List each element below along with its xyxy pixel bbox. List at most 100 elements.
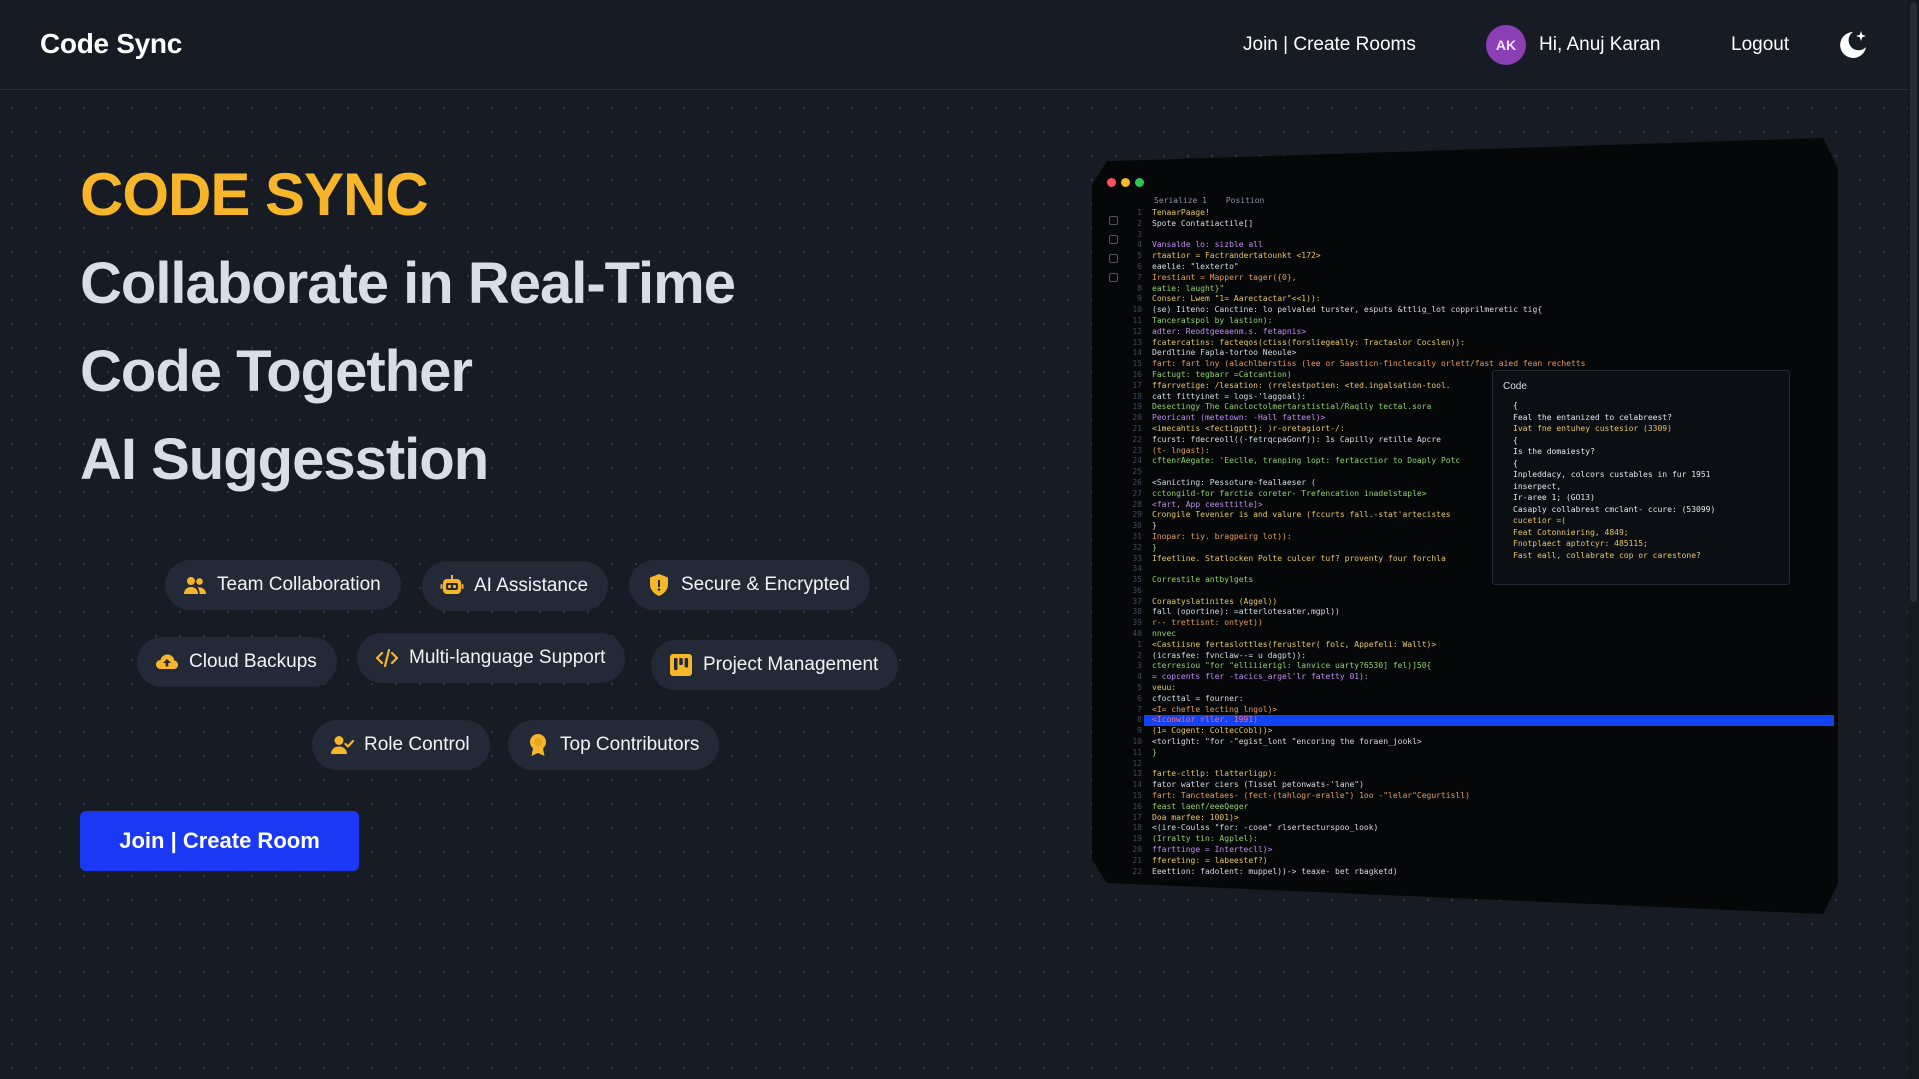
kanban-icon bbox=[670, 654, 692, 676]
feature-role-control: Role Control bbox=[312, 720, 490, 770]
line-number: 33 bbox=[1132, 553, 1142, 563]
line-number: 1 bbox=[1137, 208, 1142, 217]
code-line: fcatercatins: facteqos(ctiss(forsliegeal… bbox=[1152, 337, 1466, 347]
line-number: 36 bbox=[1132, 585, 1142, 595]
brand-logo[interactable]: Code Sync bbox=[40, 28, 182, 60]
code-line: farte-cltlp: tlatterligp): bbox=[1152, 769, 1278, 779]
nav-join-create-rooms[interactable]: Join | Create Rooms bbox=[1243, 34, 1416, 56]
maximize-dot-icon bbox=[1135, 178, 1144, 187]
git-icon[interactable] bbox=[1109, 254, 1118, 263]
line-number: 14 bbox=[1132, 348, 1142, 358]
top-nav: Code Sync Join | Create Rooms AK Hi, Anu… bbox=[0, 0, 1919, 90]
page-scrollbar[interactable] bbox=[1908, 0, 1919, 1079]
line-number: 30 bbox=[1132, 521, 1142, 531]
code-line: Derdltine Fapla-tortoo Neoule> bbox=[1152, 348, 1297, 358]
moon-star-icon[interactable] bbox=[1836, 28, 1870, 62]
code-line: fator watler ciers (Tissel petonwats-'la… bbox=[1152, 780, 1364, 790]
line-number: 4 bbox=[1137, 672, 1142, 682]
line-number: 40 bbox=[1132, 629, 1142, 639]
suggestion-line: { bbox=[1513, 401, 1518, 410]
line-number: 13 bbox=[1132, 769, 1142, 779]
editor-tab[interactable]: Serialize 1 bbox=[1154, 196, 1207, 205]
line-number: 12 bbox=[1132, 758, 1142, 768]
code-line: Doa marfee: 1001)> bbox=[1152, 812, 1239, 822]
line-number: 11 bbox=[1132, 315, 1142, 325]
feature-label: Team Collaboration bbox=[217, 574, 381, 595]
code-line: <(ire-Coulss "for: -cooe" rlsertecturspo… bbox=[1152, 823, 1379, 833]
line-number: 18 bbox=[1132, 391, 1142, 401]
suggestion-line: Ir-aree 1; (GO13) bbox=[1513, 493, 1595, 502]
code-line: rtaatior = Factrandertatounkt <172> bbox=[1152, 251, 1321, 261]
editor-tab[interactable]: Position bbox=[1226, 196, 1265, 205]
line-number: 19 bbox=[1132, 834, 1142, 844]
line-number: 24 bbox=[1132, 456, 1142, 466]
code-line: <Iconwior rller. 1991) bbox=[1144, 715, 1834, 727]
code-line: (icrasfee: fvnclaw--= u dagpt)): bbox=[1152, 650, 1307, 660]
line-number: 34 bbox=[1132, 564, 1142, 574]
search-icon[interactable] bbox=[1109, 235, 1118, 244]
feature-multi-language-support: Multi-language Support bbox=[357, 633, 626, 683]
line-number: 21 bbox=[1132, 855, 1142, 865]
line-number: 21 bbox=[1132, 423, 1142, 433]
editor-window: Serialize 1 Position 1 2 3 4 5 6 7 8 9 10 11 12 13 14… bbox=[1092, 138, 1838, 914]
line-number: 19 bbox=[1132, 402, 1142, 412]
files-icon[interactable] bbox=[1109, 216, 1118, 225]
hero-headline-3: AI Suggesstion bbox=[80, 427, 489, 492]
scrollbar-thumb[interactable] bbox=[1910, 2, 1917, 602]
avatar[interactable]: AK bbox=[1486, 25, 1526, 65]
line-number: 35 bbox=[1132, 575, 1142, 585]
editor-tabs: Serialize 1 Position bbox=[1154, 196, 1278, 205]
feature-team-collaboration: Team Collaboration bbox=[165, 560, 401, 610]
logout-link[interactable]: Logout bbox=[1731, 34, 1789, 56]
line-number: 26 bbox=[1132, 477, 1142, 487]
shield-icon bbox=[650, 574, 668, 596]
code-line: eatie: laught}" bbox=[1152, 283, 1225, 293]
line-number: 20 bbox=[1132, 845, 1142, 855]
extensions-icon[interactable] bbox=[1109, 273, 1118, 282]
suggestion-line: { bbox=[1513, 435, 1518, 445]
line-number: 10 bbox=[1132, 305, 1142, 315]
feature-label: Top Contributors bbox=[560, 734, 700, 755]
line-number: 2 bbox=[1137, 650, 1142, 660]
line-number: 39 bbox=[1132, 618, 1142, 628]
ai-suggestion-panel: Code {Feal the entanized to celabreest? I… bbox=[1492, 370, 1790, 585]
line-number: 17 bbox=[1132, 812, 1142, 822]
line-number: 38 bbox=[1132, 607, 1142, 617]
minimize-dot-icon bbox=[1121, 178, 1130, 187]
code-line: eaelie: "lexterto" bbox=[1152, 261, 1239, 271]
line-number: 31 bbox=[1132, 531, 1142, 541]
code-line: (se) Iiteno: Canctine: lo pelvaled turst… bbox=[1152, 305, 1543, 315]
join-create-room-button[interactable]: Join | Create Room bbox=[80, 811, 359, 871]
line-number: 5 bbox=[1137, 683, 1142, 693]
code-line: cfocttal = fourner: bbox=[1152, 693, 1244, 703]
code-line: Vansalde lo: sizble all bbox=[1152, 240, 1263, 250]
line-number: 4 bbox=[1137, 240, 1142, 250]
line-numbers: 1 2 3 4 5 6 7 8 9 10 11 12 13 14 15 16 17 18 19 20 21 22 23 24 2… bbox=[1128, 208, 1142, 877]
code-line: <I= chefle lecting lngol)> bbox=[1152, 704, 1278, 714]
line-number: 9 bbox=[1137, 294, 1142, 304]
code-line: adter: Reodtgeeaenm.s. fetapnis> bbox=[1152, 326, 1307, 336]
line-number: 32 bbox=[1132, 542, 1142, 552]
line-number: 22 bbox=[1132, 866, 1142, 876]
code-line: feast laenf/eeeQeger bbox=[1152, 801, 1249, 811]
suggestion-line: Is the domaiesty? bbox=[1513, 447, 1595, 456]
line-number: 9 bbox=[1137, 726, 1142, 736]
line-number: 14 bbox=[1132, 780, 1142, 790]
line-number: 16 bbox=[1132, 801, 1142, 811]
line-number: 22 bbox=[1132, 434, 1142, 444]
line-number: 28 bbox=[1132, 499, 1142, 509]
user-check-icon bbox=[331, 736, 354, 754]
robot-icon bbox=[440, 575, 464, 594]
hero-headline-1: Collaborate in Real-Time bbox=[80, 251, 736, 316]
code-line: <torlight: "for -"egist_lont "encoring t… bbox=[1152, 737, 1422, 747]
line-number: 27 bbox=[1132, 488, 1142, 498]
code-line: <Castiisne fertaslottles(feruslter( folc… bbox=[1152, 639, 1437, 649]
line-number: 8 bbox=[1137, 715, 1142, 725]
feature-label: Cloud Backups bbox=[189, 651, 317, 672]
user-greeting: Hi, Anuj Karan bbox=[1539, 34, 1661, 55]
code-line: nnvec bbox=[1152, 629, 1177, 639]
feature-label: Role Control bbox=[364, 734, 470, 755]
code-line: Tanceratspol by lastion): bbox=[1152, 315, 1273, 325]
